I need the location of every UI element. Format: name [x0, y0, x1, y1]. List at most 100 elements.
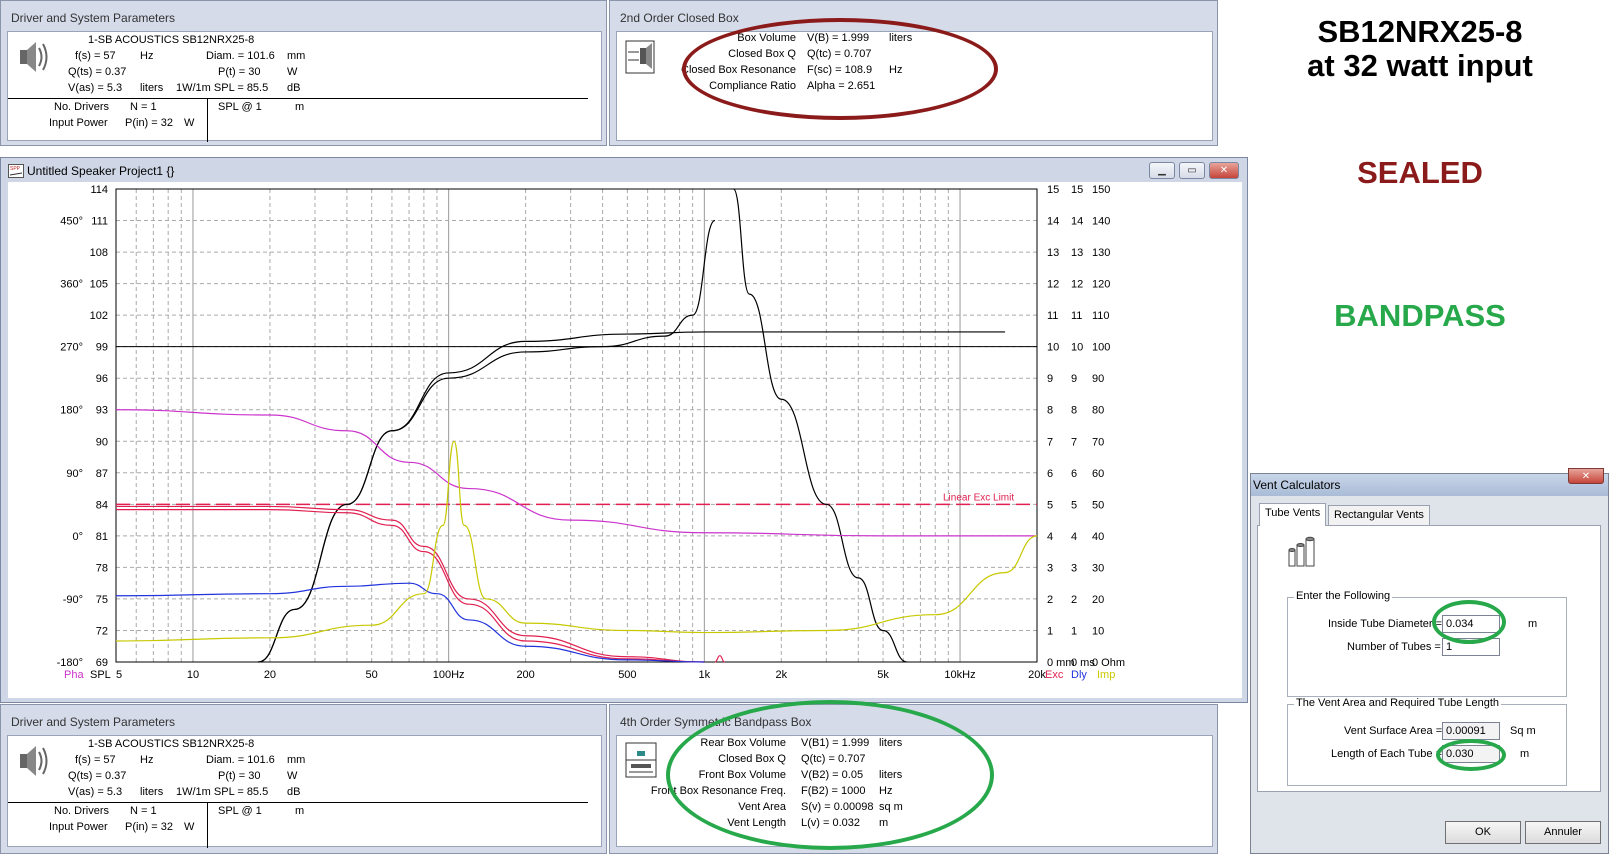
imp-tick-label: 90: [1092, 373, 1104, 385]
spl-at-unit: m: [295, 101, 305, 113]
exc-tick-label: 8: [1047, 405, 1053, 417]
plot-frame: [115, 188, 1038, 663]
divider: [207, 802, 208, 848]
dly-tick-label: 9: [1071, 373, 1077, 385]
x-tick-label: 20: [264, 669, 276, 681]
close-button[interactable]: ✕: [1209, 162, 1239, 179]
phase-axis-label: Pha: [64, 669, 84, 681]
dly-tick-label: 5: [1071, 499, 1077, 511]
ntubes-label: Number of Tubes =: [1347, 641, 1441, 653]
phase-tick-label: 450°: [60, 216, 83, 228]
spl-tick-label: 99: [96, 342, 108, 354]
driver-pt: P(t) = 30: [218, 66, 261, 78]
dly-tick-label: 6: [1071, 468, 1077, 480]
spl-tick-label: 111: [91, 216, 108, 228]
spl-tick-label: 93: [96, 405, 108, 417]
power-unit: W: [184, 117, 195, 129]
speaker-icon: [20, 42, 48, 72]
driver-qts: Q(ts) = 0.37: [68, 66, 127, 78]
imp-tick-label: 70: [1092, 436, 1104, 448]
imp-tick-label: 40: [1092, 531, 1104, 543]
tab-rectangular-vents[interactable]: Rectangular Vents: [1328, 505, 1430, 525]
x-tick-label: 1k: [699, 669, 711, 681]
driver-name: 1-SB ACOUSTICS SB12NRX25-8: [88, 738, 255, 750]
exc-tick-label: 11: [1047, 310, 1058, 322]
x-tick-label: 2k: [776, 669, 788, 681]
exc-tick-label: 12: [1047, 279, 1059, 291]
bandpass-label: BANDPASS: [1334, 298, 1506, 333]
spl-axis-label: SPL: [90, 669, 111, 681]
driver-vas: V(as) = 5.3: [68, 82, 123, 94]
imp-tick-label: 60: [1092, 468, 1104, 480]
area-unit: Sq m: [1510, 725, 1536, 737]
cancel-button[interactable]: Annuler: [1525, 821, 1601, 844]
imp-tick-label: 110: [1092, 310, 1110, 322]
dly-tick-label: 2: [1071, 594, 1077, 606]
imp-tick-label: 0 Ohm: [1092, 657, 1125, 669]
dly-tick-label: 11: [1071, 310, 1082, 322]
phase-tick-label: -90°: [63, 594, 83, 606]
closed-box-icon: [625, 40, 655, 74]
exc-tick-label: 15: [1047, 184, 1059, 196]
x-tick-label: 20k: [1028, 669, 1046, 681]
tab-tube-vents[interactable]: Tube Vents: [1259, 503, 1327, 526]
ndrivers-label: No. Drivers: [54, 805, 110, 817]
exc-tick-label: 13: [1047, 247, 1059, 259]
driver-fs: f(s) = 57: [75, 754, 116, 766]
divider: [8, 98, 588, 99]
phase-tick-label: 270°: [60, 342, 83, 354]
x-tick-label: 10kHz: [944, 669, 975, 681]
driver-diam-unit: mm: [287, 754, 306, 766]
driver-params-panel-top: Driver and System Parameters 1-SB ACOUST…: [0, 0, 607, 146]
ndrivers-value: N = 1: [130, 101, 157, 113]
dly-tick-label: 10: [1071, 342, 1083, 354]
driver-panel-content: 1-SB ACOUSTICS SB12NRX25-8 f(s) = 57 Hz …: [7, 735, 602, 848]
driver-vas-unit: liters: [140, 786, 164, 798]
minimize-button[interactable]: ▁: [1149, 162, 1175, 179]
power-unit: W: [184, 821, 195, 833]
exc-tick-label: 1: [1047, 625, 1053, 637]
length-unit: m: [1520, 748, 1530, 760]
driver-panel-title: Driver and System Parameters: [11, 11, 176, 25]
diameter-highlight-ellipse: [1432, 600, 1506, 644]
driver-fs-unit: Hz: [140, 50, 154, 62]
maximize-button[interactable]: ▭: [1179, 162, 1205, 179]
dly-tick-label: 15: [1071, 184, 1083, 196]
dly-tick-label: 13: [1071, 247, 1083, 259]
ndrivers-label: No. Drivers: [54, 101, 110, 113]
spl-tick-label: 72: [96, 625, 108, 637]
spl-tick-label: 75: [96, 594, 108, 606]
dialog-close-button[interactable]: ✕: [1568, 468, 1604, 484]
spl-tick-label: 78: [96, 562, 108, 574]
dly-tick-label: 3: [1071, 562, 1077, 574]
imp-tick-label: 140: [1092, 216, 1110, 228]
x-tick-label: 5k: [877, 669, 889, 681]
dly-tick-label: 14: [1071, 216, 1083, 228]
divider: [8, 802, 588, 803]
series-line-3: [115, 409, 1037, 537]
app-icon: SPP: [8, 164, 24, 178]
ok-button[interactable]: OK: [1445, 821, 1521, 844]
driver-diam: Diam. = 101.6: [206, 50, 275, 62]
series-line-6: [714, 655, 725, 663]
power-label: Input Power: [49, 117, 108, 129]
imp-tick-label: 10: [1092, 625, 1104, 637]
length-highlight-ellipse: [1436, 739, 1506, 771]
imp-tick-label: 30: [1092, 562, 1104, 574]
driver-diam: Diam. = 101.6: [206, 754, 275, 766]
project-window: SPP Untitled Speaker Project1 {} ▁ ▭ ✕ L…: [0, 157, 1248, 703]
exc-tick-label: 9: [1047, 373, 1053, 385]
spl-tick-label: 108: [90, 247, 108, 259]
imp-tick-label: 150: [1092, 184, 1110, 196]
area-label: Vent Surface Area =: [1344, 725, 1443, 737]
driver-spl-unit: dB: [287, 786, 301, 798]
heading-line2: at 32 watt input: [1307, 48, 1533, 83]
dly-tick-label: 12: [1071, 279, 1083, 291]
series-line-2: [732, 188, 908, 663]
driver-pt-unit: W: [287, 66, 298, 78]
spl-at-unit: m: [295, 805, 305, 817]
phase-tick-label: -180°: [57, 657, 83, 669]
frequency-response-chart: Linear Exc Limit114111108105102999693908…: [57, 184, 1125, 681]
series-line-7: [115, 582, 705, 663]
svg-text:SPP: SPP: [10, 166, 21, 172]
